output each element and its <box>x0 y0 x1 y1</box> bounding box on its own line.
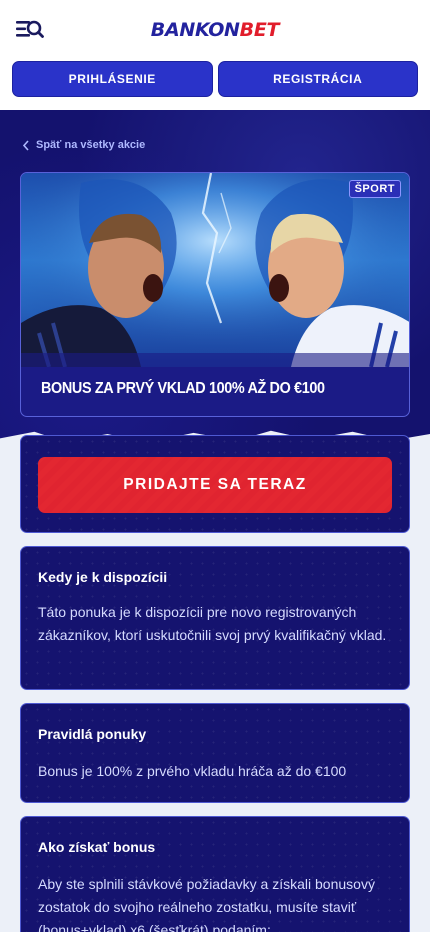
availability-heading: Kedy je k dispozícii <box>38 569 168 585</box>
chevron-left-icon <box>22 139 29 151</box>
offer-rules-text: Bonus je 100% z prvého vkladu hráča až d… <box>38 763 347 779</box>
promo-card[interactable]: ŠPORT BONUS ZA PRVÝ VKLAD 100% AŽ DO €10… <box>20 172 410 417</box>
offer-rules-panel: Pravidlá ponuky Bonus je 100% z prvého v… <box>20 703 410 803</box>
availability-panel: Kedy je k dispozícii Táto ponuka je k di… <box>20 546 410 690</box>
promo-image: ŠPORT <box>21 173 409 367</box>
football-players-illustration <box>21 173 409 367</box>
how-to-get-bonus-text: Aby ste splnili stávkové požiadavky a zí… <box>38 876 375 932</box>
how-to-get-bonus-panel: Ako získať bonus Aby ste splnili stávkov… <box>20 816 410 932</box>
auth-buttons: PRIHLÁSENIE REGISTRÁCIA <box>12 61 418 97</box>
logo-accent: BET <box>239 19 280 41</box>
back-to-promotions-link[interactable]: Späť na všetky akcie <box>22 139 145 151</box>
login-button[interactable]: PRIHLÁSENIE <box>12 61 213 97</box>
availability-text: Táto ponuka je k dispozícii pre novo reg… <box>38 604 387 643</box>
back-link-label: Späť na všetky akcie <box>36 139 146 151</box>
sport-category-badge: ŠPORT <box>348 180 401 198</box>
promo-title: BONUS ZA PRVÝ VKLAD 100% AŽ DO €100 <box>41 380 325 397</box>
logo-primary: BANKON <box>150 19 240 41</box>
register-button[interactable]: REGISTRÁCIA <box>217 61 418 97</box>
how-to-get-bonus-heading: Ako získať bonus <box>38 839 156 855</box>
cta-panel: PRIDAJTE SA TERAZ <box>20 435 410 533</box>
header: BANKONBET PRIHLÁSENIE REGISTRÁCIA <box>0 0 430 110</box>
brand-logo[interactable]: BANKONBET <box>0 19 430 41</box>
offer-rules-heading: Pravidlá ponuky <box>38 726 147 742</box>
join-now-button[interactable]: PRIDAJTE SA TERAZ <box>38 457 392 513</box>
